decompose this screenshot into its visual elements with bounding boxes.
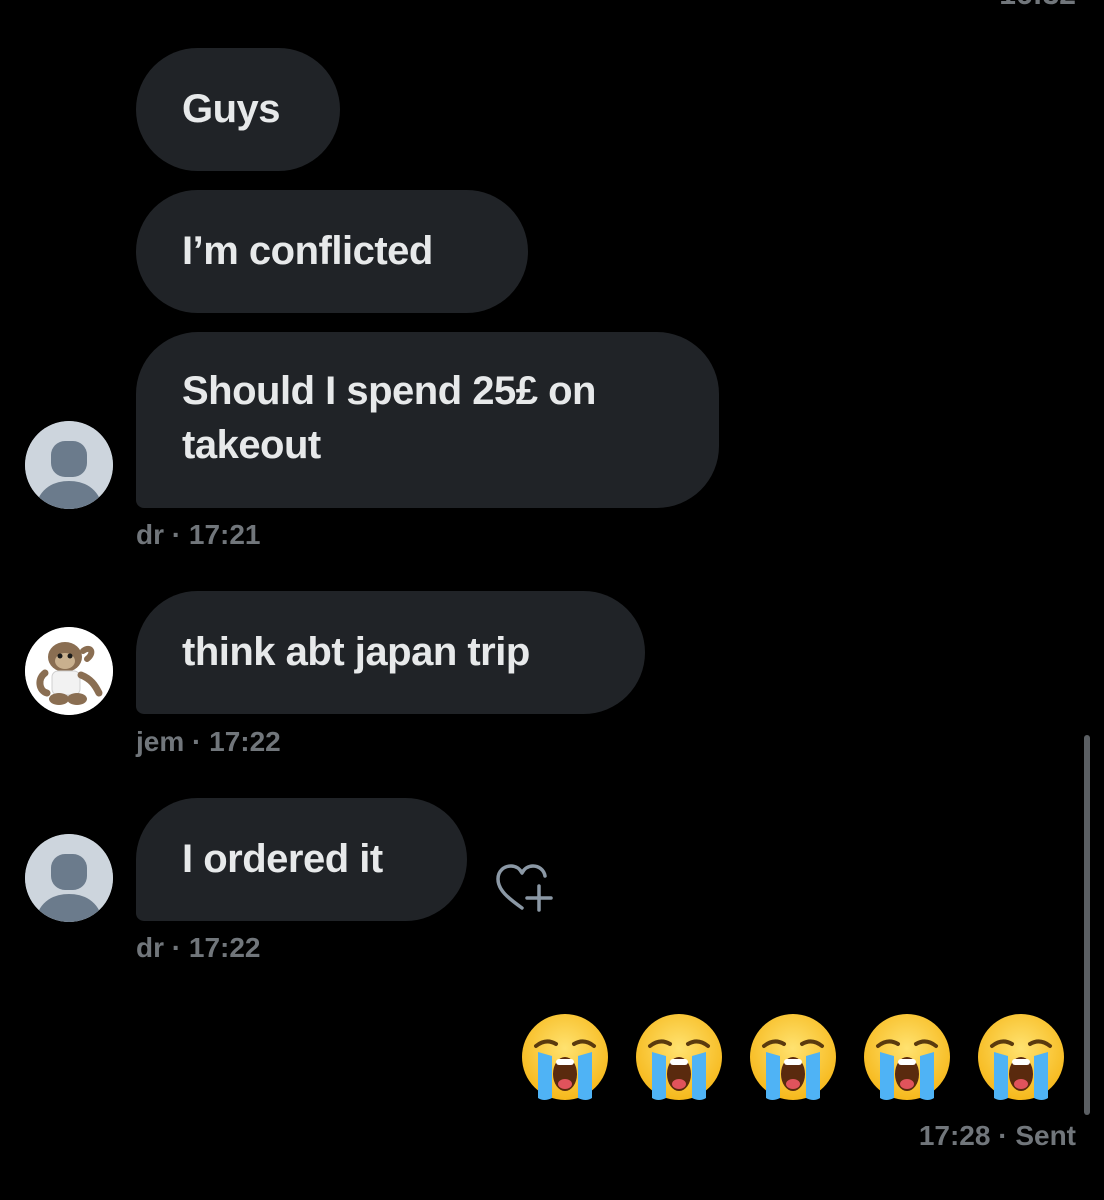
loudly-crying-face-icon bbox=[864, 1014, 950, 1100]
add-reaction-button[interactable] bbox=[494, 862, 554, 916]
heart-plus-icon bbox=[496, 864, 553, 912]
message-text: think abt japan trip bbox=[182, 630, 530, 674]
loudly-crying-face-icon bbox=[636, 1014, 722, 1100]
avatar-jem[interactable] bbox=[25, 627, 113, 715]
message-text: Guys bbox=[182, 87, 281, 131]
dm-conversation: 16:32 Guys I’m conflicted Should I spend… bbox=[0, 0, 1104, 1200]
loudly-crying-face-icon bbox=[522, 1014, 608, 1100]
message-meta: jem · 17:22 bbox=[136, 726, 281, 757]
monkey-avatar-icon bbox=[25, 627, 113, 715]
avatar-dr[interactable] bbox=[25, 834, 113, 922]
loudly-crying-face-icon bbox=[978, 1014, 1064, 1100]
message-meta: dr · 17:21 bbox=[136, 519, 261, 550]
message-bubble[interactable]: I’m conflicted bbox=[136, 190, 528, 313]
message-bubble[interactable]: think abt japan trip bbox=[136, 591, 645, 714]
message-bubble[interactable]: I ordered it bbox=[136, 798, 467, 921]
default-avatar-icon bbox=[25, 834, 113, 922]
message-text: Should I spend 25£ on takeout bbox=[182, 369, 597, 467]
message-text: I’m conflicted bbox=[182, 229, 433, 273]
sent-status: 17:28 · Sent bbox=[918, 1120, 1076, 1151]
loudly-crying-face-icon bbox=[750, 1014, 836, 1100]
scrollbar[interactable] bbox=[1084, 735, 1090, 1115]
message-bubble[interactable]: Guys bbox=[136, 48, 340, 171]
message-bubble[interactable]: Should I spend 25£ on takeout bbox=[136, 332, 719, 508]
sent-message-emojis[interactable] bbox=[520, 1012, 1066, 1102]
top-time-partial: 16:32 bbox=[999, 0, 1076, 12]
avatar-dr[interactable] bbox=[25, 421, 113, 509]
message-text: I ordered it bbox=[182, 837, 383, 881]
default-avatar-icon bbox=[25, 421, 113, 509]
message-meta: dr · 17:22 bbox=[136, 932, 261, 963]
